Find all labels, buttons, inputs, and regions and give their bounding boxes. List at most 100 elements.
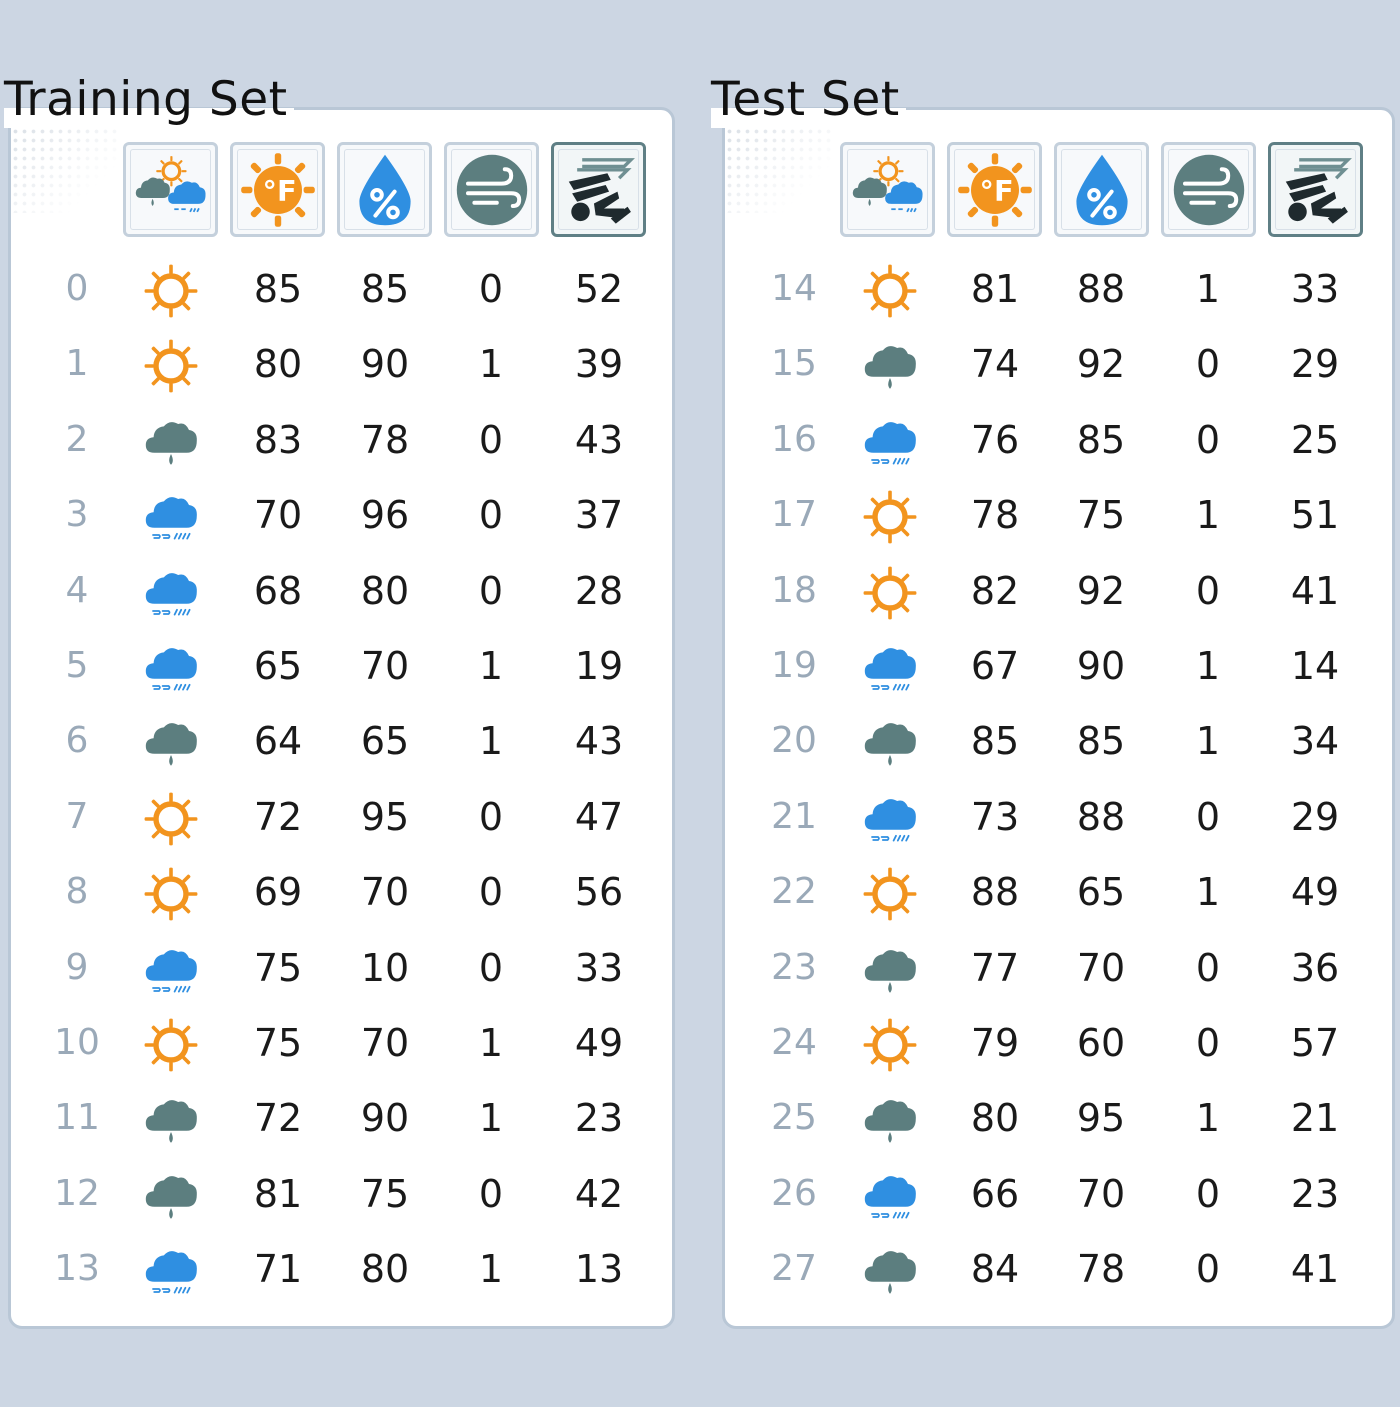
cell-target: 23 [1290,1171,1340,1216]
cell-wind: 0 [1195,945,1221,990]
cell-target: 14 [1290,644,1340,688]
cell-wind: 0 [1195,417,1221,462]
table-row: 19 67 90 1 14 [0,636,1400,696]
test-set-title: Test Set [711,72,906,128]
cell-temperature: 78 [970,493,1020,538]
svg-text:°F: °F [262,174,296,208]
cell-humidity: 70 [1076,945,1126,990]
cell-wind: 0 [1195,1021,1221,1065]
rain-cloud-icon [860,1166,920,1230]
cell-wind: 0 [1195,794,1221,839]
cell-target: 34 [1290,719,1340,764]
humidity-icon [358,154,411,225]
cell-humidity: 88 [1076,267,1126,311]
table-row: 27 84 78 0 41 [0,1239,1400,1299]
row-index: 26 [771,1172,817,1214]
outlook-icon [135,155,206,212]
temperature-icon: °F [240,152,315,227]
cell-temperature: 76 [970,417,1020,462]
table-row: 16 76 85 0 25 [0,410,1400,470]
row-index: 22 [771,871,817,913]
cell-target: 41 [1290,1247,1340,1292]
table-row: 24 79 60 0 57 [0,1013,1400,1073]
cell-target: 49 [1290,870,1340,915]
cell-target: 36 [1290,945,1340,990]
table-row: 18 82 92 0 41 [0,561,1400,621]
cell-temperature: 84 [970,1247,1020,1292]
cell-humidity: 85 [1076,719,1126,764]
row-index: 24 [771,1022,817,1063]
table-row: 15 74 92 0 29 [0,334,1400,394]
cell-wind: 1 [1195,267,1221,311]
cell-humidity: 60 [1076,1021,1126,1065]
cell-humidity: 92 [1076,342,1126,387]
overcast-cloud-icon [860,940,920,1004]
wind-icon [1173,154,1244,225]
cell-humidity: 70 [1076,1171,1126,1216]
cell-humidity: 92 [1076,568,1126,613]
row-index: 25 [771,1097,817,1139]
sun-icon [860,487,920,551]
table-row: 25 80 95 1 21 [0,1088,1400,1148]
test-set-header-humidity [1054,142,1149,237]
cell-temperature: 77 [970,945,1020,990]
overcast-cloud-icon [860,1241,920,1305]
training-set-header-target [551,142,646,237]
dot-pattern-decoration [725,118,835,213]
humidity-icon [1075,154,1128,225]
cell-humidity: 90 [1076,644,1126,688]
cell-target: 25 [1290,417,1340,462]
row-index: 18 [771,569,817,611]
row-index: 17 [771,494,817,536]
cell-temperature: 73 [970,794,1020,839]
cell-target: 57 [1290,1021,1340,1065]
sun-icon [860,864,920,928]
sun-icon [860,261,920,325]
overcast-cloud-icon [860,713,920,777]
cell-temperature: 82 [970,568,1020,613]
cell-wind: 0 [1195,342,1221,387]
training-set-header-temperature: °F [230,142,325,237]
outlook-icon [852,155,923,212]
row-index: 15 [771,343,817,385]
target-icon [568,157,635,224]
cell-temperature: 74 [970,342,1020,387]
cell-humidity: 65 [1076,870,1126,915]
test-set-header-temperature: °F [947,142,1042,237]
cell-wind: 1 [1195,870,1221,915]
dot-pattern-decoration [11,118,121,213]
test-set-header-outlook [840,142,935,237]
table-row: 17 78 75 1 51 [0,485,1400,545]
overcast-cloud-icon [860,1090,920,1154]
cell-temperature: 81 [970,267,1020,311]
cell-target: 51 [1290,493,1340,538]
cell-humidity: 75 [1076,493,1126,538]
row-index: 21 [771,795,817,837]
cell-wind: 0 [1195,568,1221,613]
cell-humidity: 88 [1076,794,1126,839]
row-index: 20 [771,720,817,762]
rain-cloud-icon [860,412,920,476]
table-row: 21 73 88 0 29 [0,787,1400,847]
cell-humidity: 85 [1076,417,1126,462]
temperature-icon: °F [957,152,1032,227]
cell-target: 33 [1290,267,1340,311]
cell-target: 29 [1290,794,1340,839]
overcast-cloud-icon [860,336,920,400]
cell-temperature: 79 [970,1021,1020,1065]
row-index: 14 [771,268,817,309]
sun-icon [860,563,920,627]
cell-temperature: 88 [970,870,1020,915]
table-row: 23 77 70 0 36 [0,938,1400,998]
cell-wind: 1 [1195,1096,1221,1141]
cell-temperature: 80 [970,1096,1020,1141]
training-set-header-humidity [337,142,432,237]
training-set-header-outlook [123,142,218,237]
cell-wind: 0 [1195,1171,1221,1216]
sun-icon [860,1015,920,1079]
table-row: 26 66 70 0 23 [0,1164,1400,1224]
test-set-header-wind [1161,142,1256,237]
table-row: 20 85 85 1 34 [0,711,1400,771]
cell-humidity: 78 [1076,1247,1126,1292]
rain-cloud-icon [860,789,920,853]
